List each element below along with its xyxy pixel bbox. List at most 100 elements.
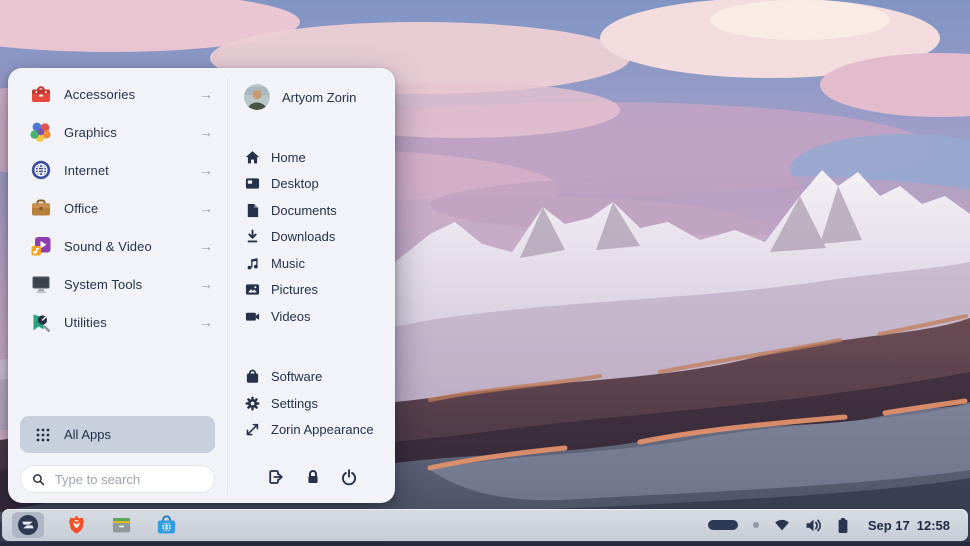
- file-manager-button[interactable]: [108, 512, 134, 538]
- logout-button[interactable]: [262, 463, 290, 491]
- system-list: Software Settings Zorin Appearance: [228, 364, 395, 444]
- menu-item-settings[interactable]: Settings: [228, 390, 395, 417]
- chevron-right-icon: →: [199, 124, 213, 140]
- place-label: Music: [271, 256, 305, 271]
- user-name: Artyom Zorin: [282, 90, 356, 105]
- download-icon: [245, 229, 260, 244]
- software-store-button[interactable]: [153, 512, 179, 538]
- volume-button[interactable]: [805, 518, 822, 533]
- lock-icon: [304, 468, 322, 486]
- power-button[interactable]: [335, 463, 363, 491]
- time-label: 12:58: [917, 518, 950, 533]
- monitor-icon: [30, 273, 52, 295]
- search-icon: [32, 472, 45, 487]
- place-label: Pictures: [271, 282, 318, 297]
- category-utilities[interactable]: Utilities →: [8, 303, 227, 341]
- brave-icon: [65, 514, 88, 537]
- category-label: Utilities: [64, 315, 187, 330]
- chevron-right-icon: →: [199, 238, 213, 254]
- place-label: Documents: [271, 203, 337, 218]
- category-sound-video[interactable]: Sound & Video →: [8, 227, 227, 265]
- place-documents[interactable]: Documents: [228, 197, 395, 224]
- category-system-tools[interactable]: System Tools →: [8, 265, 227, 303]
- place-downloads[interactable]: Downloads: [228, 224, 395, 251]
- menu-item-label: Zorin Appearance: [271, 422, 374, 437]
- taskbar-apps: [12, 512, 179, 538]
- music-note-icon: [245, 256, 260, 271]
- place-label: Home: [271, 150, 306, 165]
- category-office[interactable]: Office →: [8, 189, 227, 227]
- system-tray: Sep 17 12:58: [708, 517, 958, 534]
- toolbox-icon: [30, 83, 52, 105]
- date-label: Sep 17: [868, 518, 910, 533]
- place-home[interactable]: Home: [228, 144, 395, 171]
- avatar: [244, 84, 270, 110]
- brave-browser-button[interactable]: [63, 512, 89, 538]
- menu-categories-column: Accessories → Graphics → Internet → Offi…: [8, 68, 227, 503]
- picture-icon: [245, 282, 260, 297]
- all-apps-button[interactable]: All Apps: [20, 416, 215, 453]
- flower-icon: [30, 121, 52, 143]
- category-label: Graphics: [64, 125, 187, 140]
- place-label: Downloads: [271, 229, 335, 244]
- briefcase-icon: [30, 197, 52, 219]
- search-input[interactable]: [53, 471, 203, 488]
- logout-icon: [267, 468, 285, 486]
- chevron-right-icon: →: [199, 314, 213, 330]
- chevron-right-icon: →: [199, 200, 213, 216]
- screen-bottom-edge: [0, 542, 970, 546]
- tools-icon: [30, 311, 52, 333]
- place-videos[interactable]: Videos: [228, 303, 395, 330]
- battery-icon: [837, 517, 849, 534]
- wifi-icon: [774, 518, 790, 532]
- search-box[interactable]: [20, 465, 215, 493]
- place-desktop[interactable]: Desktop: [228, 171, 395, 198]
- zorin-logo-icon: [16, 513, 40, 537]
- category-label: Internet: [64, 163, 187, 178]
- software-store-icon: [155, 514, 178, 537]
- category-internet[interactable]: Internet →: [8, 151, 227, 189]
- chevron-right-icon: →: [199, 162, 213, 178]
- menu-item-label: Settings: [271, 396, 318, 411]
- globe-icon: [30, 159, 52, 181]
- menu-item-zorin-appearance[interactable]: Zorin Appearance: [228, 417, 395, 444]
- software-bag-icon: [245, 369, 260, 384]
- places-list: Home Desktop Documents Downloads Music: [228, 144, 395, 330]
- category-label: Office: [64, 201, 187, 216]
- files-icon: [110, 514, 133, 537]
- chevron-right-icon: →: [199, 86, 213, 102]
- category-label: System Tools: [64, 277, 187, 292]
- user-account-button[interactable]: Artyom Zorin: [228, 76, 395, 120]
- place-pictures[interactable]: Pictures: [228, 277, 395, 304]
- category-graphics[interactable]: Graphics →: [8, 113, 227, 151]
- category-accessories[interactable]: Accessories →: [8, 75, 227, 113]
- all-apps-label: All Apps: [64, 427, 111, 442]
- volume-icon: [805, 518, 822, 533]
- app-menu: Accessories → Graphics → Internet → Offi…: [8, 68, 395, 503]
- chevron-right-icon: →: [199, 276, 213, 292]
- menu-item-software[interactable]: Software: [228, 364, 395, 391]
- zorin-menu-button[interactable]: [12, 512, 44, 538]
- category-label: Accessories: [64, 87, 187, 102]
- place-label: Videos: [271, 309, 311, 324]
- clock[interactable]: Sep 17 12:58: [868, 518, 950, 533]
- gear-icon: [245, 396, 260, 411]
- workspace-indicator-inactive[interactable]: [753, 522, 759, 528]
- appearance-icon: [245, 422, 260, 437]
- menu-item-label: Software: [271, 369, 322, 384]
- workspace-indicator-active[interactable]: [708, 520, 738, 530]
- video-camera-icon: [245, 309, 260, 324]
- zorin-desktop: Accessories → Graphics → Internet → Offi…: [0, 0, 970, 546]
- session-controls: [228, 463, 395, 493]
- place-label: Desktop: [271, 176, 319, 191]
- desktop-icon: [245, 176, 260, 191]
- place-music[interactable]: Music: [228, 250, 395, 277]
- category-label: Sound & Video: [64, 239, 187, 254]
- wifi-button[interactable]: [774, 518, 790, 532]
- lock-button[interactable]: [299, 463, 327, 491]
- category-list: Accessories → Graphics → Internet → Offi…: [8, 75, 227, 341]
- menu-places-column: Artyom Zorin Home Desktop Documents: [228, 68, 395, 503]
- home-icon: [245, 150, 260, 165]
- power-icon: [340, 468, 358, 486]
- battery-button[interactable]: [837, 517, 849, 534]
